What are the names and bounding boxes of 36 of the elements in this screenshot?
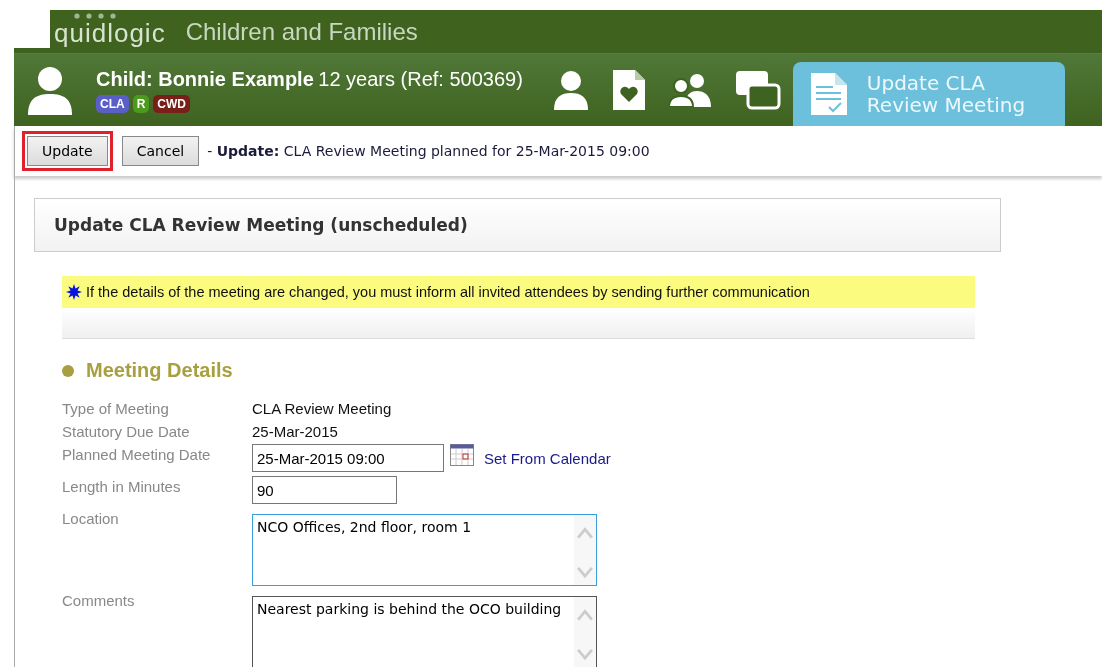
- person-icon: [26, 65, 74, 115]
- scrollbar-arrows-icon: [574, 597, 596, 667]
- people-icon: [668, 73, 711, 107]
- bullet-icon: [62, 364, 74, 377]
- field-value: 25-Mar-2015: [252, 422, 338, 440]
- person-icon: [552, 70, 589, 110]
- child-details: 12 years (Ref: 500369): [318, 68, 523, 90]
- textarea-field[interactable]: NCO Offices, 2nd floor, room 1: [252, 514, 597, 586]
- set-from-calendar-link[interactable]: Set From Calendar: [484, 444, 611, 467]
- date-field[interactable]: 25-Mar-2015 09:00: [252, 444, 444, 472]
- document-check-icon: [810, 73, 847, 115]
- calendar-icon[interactable]: [450, 444, 474, 466]
- windows-icon: [734, 70, 781, 110]
- app-title: Children and Families: [185, 17, 418, 46]
- toolbar-button[interactable]: Cancel: [121, 136, 200, 166]
- status-badge: R: [132, 95, 150, 113]
- document-heart-icon: [612, 70, 645, 110]
- star-icon: [66, 284, 82, 300]
- input-field[interactable]: 90: [252, 476, 397, 504]
- textarea-field[interactable]: Nearest parking is behind the OCO building: [252, 596, 597, 667]
- status-badge: CLA: [96, 95, 129, 113]
- field-label: Statutory Due Date: [62, 422, 191, 440]
- field-label: Length in Minutes: [62, 477, 182, 495]
- field-value: CLA Review Meeting: [252, 399, 392, 417]
- field-label: Type of Meeting: [62, 399, 170, 417]
- child-name: Child: Bonnie Example: [96, 68, 314, 90]
- panel-title: Update CLA Review Meeting (unscheduled): [54, 215, 468, 235]
- field-label: Comments: [62, 591, 136, 609]
- section-heading: Meeting Details: [86, 359, 233, 382]
- scrollbar-arrows-icon: [574, 515, 596, 585]
- notice-text: If the details of the meeting are changed, you must inform all invited attendees by sending further communication: [86, 284, 810, 300]
- app-logo: quidlogic: [54, 18, 166, 47]
- status-message: - Update: CLA Review Meeting planned for 25-Mar-2015 09:00: [207, 143, 650, 159]
- field-label: Planned Meeting Date: [62, 445, 212, 463]
- status-badge: CWD: [153, 95, 190, 113]
- field-label: Location: [62, 509, 120, 527]
